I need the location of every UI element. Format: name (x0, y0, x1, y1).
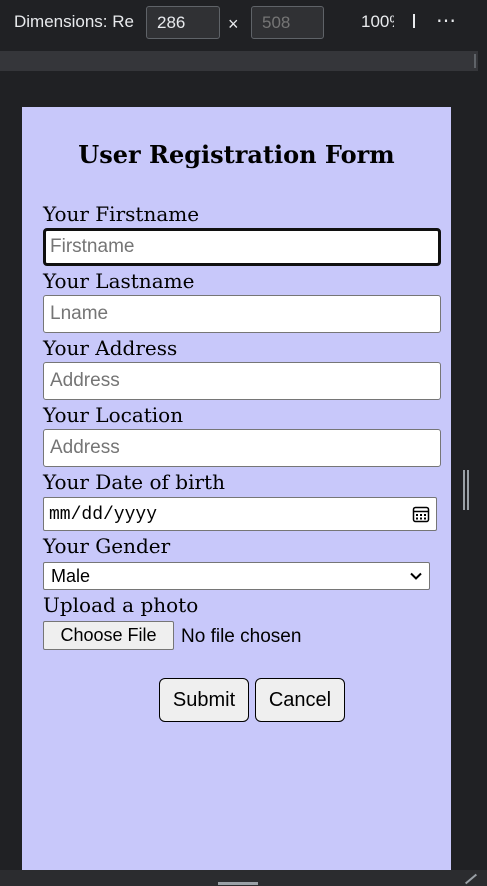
resize-handle-right-icon[interactable] (462, 470, 470, 510)
address-label: Your Address (43, 336, 178, 360)
gender-select[interactable]: Male (43, 562, 430, 590)
width-input[interactable] (146, 6, 220, 39)
dob-input[interactable]: mm/dd/yyyy (43, 497, 437, 531)
media-query-track[interactable] (0, 51, 478, 71)
form-title: User Registration Form (78, 140, 395, 169)
more-options-icon[interactable]: ⋯ (436, 8, 458, 33)
submit-button[interactable]: Submit (159, 678, 249, 722)
page-viewport: User Registration Form Your Firstname Yo… (22, 107, 451, 870)
resize-handle-bottom-icon[interactable] (218, 882, 258, 885)
file-status: No file chosen (181, 626, 302, 647)
toolbar-divider (413, 12, 415, 30)
resize-handle-corner-icon[interactable] (462, 874, 476, 884)
cancel-button[interactable]: Cancel (255, 678, 345, 722)
lastname-input[interactable] (43, 295, 441, 333)
address-input[interactable] (43, 362, 441, 400)
dimensions-label[interactable]: Dimensions: Re (14, 12, 136, 32)
dob-label: Your Date of birth (43, 470, 225, 494)
gender-label: Your Gender (43, 534, 171, 558)
dob-format: mm/dd/yyyy (49, 505, 158, 525)
calendar-icon[interactable] (412, 505, 430, 523)
chevron-down-icon (410, 572, 422, 580)
photo-label: Upload a photo (43, 593, 199, 617)
choose-file-button[interactable]: Choose File (43, 621, 174, 650)
height-input[interactable] (251, 6, 324, 39)
firstname-label: Your Firstname (43, 202, 200, 226)
device-toolbar: Dimensions: Re × 100% ⋯ (0, 0, 487, 46)
zoom-dropdown[interactable]: 100% (361, 12, 394, 32)
gender-selected-value: Male (51, 566, 91, 586)
lastname-label: Your Lastname (43, 269, 195, 293)
location-label: Your Location (43, 403, 184, 427)
firstname-input[interactable] (43, 228, 441, 266)
location-input[interactable] (43, 429, 441, 467)
media-query-bar (0, 46, 487, 76)
times-sign: × (228, 14, 239, 34)
